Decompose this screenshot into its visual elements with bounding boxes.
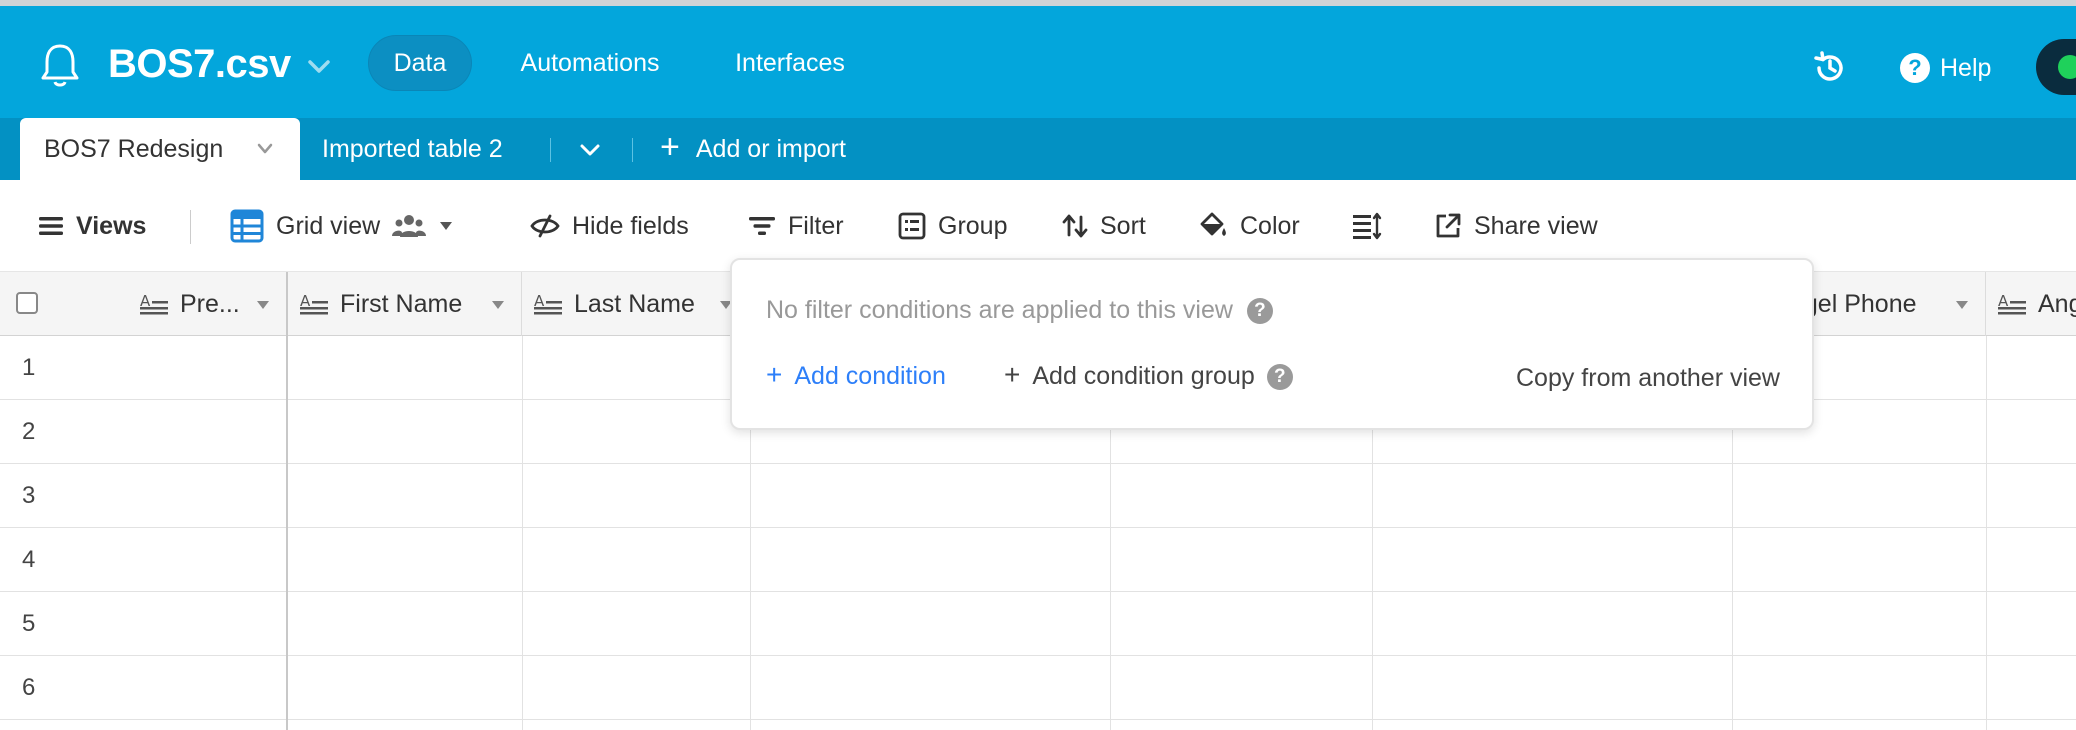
- hamburger-icon: [39, 217, 63, 235]
- column-header-last-name[interactable]: A Last Name: [522, 272, 750, 336]
- paint-bucket-icon: [1200, 212, 1226, 236]
- app-header: BOS7.csv Data Automations Interfaces ? H…: [0, 0, 2076, 118]
- views-button[interactable]: Views: [38, 208, 146, 244]
- long-text-icon: A: [534, 292, 562, 315]
- add-condition-button[interactable]: + Add condition: [766, 359, 946, 391]
- table-row[interactable]: 3: [0, 464, 2076, 528]
- copy-from-another-view-button[interactable]: Copy from another view: [1516, 364, 1780, 393]
- column-divider: [1986, 336, 1987, 730]
- long-text-icon: A: [300, 292, 328, 315]
- toolbar-divider: [190, 210, 191, 244]
- row-number: 4: [22, 546, 36, 573]
- caret-down-icon[interactable]: [438, 220, 454, 232]
- help-icon: ?: [1900, 53, 1930, 83]
- plus-icon: +: [766, 359, 783, 390]
- row-number: 1: [22, 354, 36, 381]
- chevron-down-icon[interactable]: [306, 58, 332, 76]
- bell-icon[interactable]: [38, 42, 82, 88]
- caret-down-icon[interactable]: [1955, 300, 1969, 310]
- column-header-ang[interactable]: A Ang: [1986, 272, 2076, 336]
- nav-automations[interactable]: Automations: [500, 35, 680, 91]
- table-row[interactable]: 6: [0, 656, 2076, 720]
- history-icon[interactable]: [1812, 50, 1848, 86]
- filter-empty-message: No filter conditions are applied to this…: [766, 296, 1273, 325]
- base-title[interactable]: BOS7.csv: [108, 42, 291, 87]
- plus-icon: +: [1004, 359, 1021, 390]
- group-label: Group: [938, 211, 1008, 240]
- chevron-down-icon[interactable]: [578, 142, 602, 158]
- tab-label: BOS7 Redesign: [44, 134, 224, 163]
- group-icon: [898, 212, 926, 240]
- help-button[interactable]: ? Help: [1900, 50, 1991, 86]
- plus-icon: +: [660, 128, 680, 166]
- sort-label: Sort: [1100, 211, 1146, 240]
- column-header-pre[interactable]: A Pre...: [128, 272, 287, 336]
- caret-down-icon[interactable]: [491, 300, 505, 310]
- row-height-button[interactable]: [1352, 208, 1382, 244]
- filter-label: Filter: [788, 211, 844, 240]
- color-label: Color: [1240, 211, 1300, 240]
- column-label: Ang: [2038, 289, 2076, 318]
- tab-divider: [550, 138, 551, 162]
- row-number: 6: [22, 674, 36, 701]
- column-label: First Name: [340, 289, 463, 318]
- hide-fields-button[interactable]: Hide fields: [530, 208, 689, 244]
- tab-divider: [632, 138, 633, 162]
- tab-bos7-redesign[interactable]: BOS7 Redesign: [20, 118, 300, 180]
- grid-view-button[interactable]: Grid view: [230, 208, 454, 244]
- avatar[interactable]: [2036, 39, 2076, 95]
- chevron-down-icon[interactable]: [256, 142, 274, 156]
- color-button[interactable]: Color: [1198, 208, 1300, 244]
- filter-button[interactable]: Filter: [748, 208, 844, 244]
- table-tabs: BOS7 Redesign Imported table 2 + Add or …: [0, 118, 2076, 180]
- column-label: Last Name: [574, 289, 695, 318]
- views-label: Views: [76, 211, 147, 240]
- add-condition-group-label: Add condition group: [1032, 362, 1255, 390]
- filter-popover: No filter conditions are applied to this…: [730, 258, 1814, 430]
- long-text-icon: A: [1998, 292, 2026, 315]
- select-all-checkbox[interactable]: [16, 292, 38, 314]
- collaborators-icon: [392, 215, 427, 237]
- table-row[interactable]: 5: [0, 592, 2076, 656]
- eye-slash-icon: [530, 214, 560, 238]
- add-or-import-button[interactable]: + Add or import: [660, 118, 846, 180]
- tab-imported-table-2[interactable]: Imported table 2: [322, 118, 503, 180]
- group-button[interactable]: Group: [898, 208, 1007, 244]
- share-view-label: Share view: [1474, 211, 1598, 240]
- add-condition-group-button[interactable]: + Add condition group ?: [1004, 359, 1293, 391]
- filter-empty-text: No filter conditions are applied to this…: [766, 296, 1233, 324]
- long-text-icon: A: [140, 292, 168, 315]
- filter-icon: [749, 217, 775, 235]
- row-number: 3: [22, 482, 36, 509]
- grid-view-icon: [230, 209, 264, 243]
- help-label: Help: [1940, 53, 1992, 82]
- add-condition-label: Add condition: [794, 362, 946, 390]
- row-number: 2: [22, 418, 36, 445]
- grid-view-label: Grid view: [276, 211, 381, 240]
- share-view-button[interactable]: Share view: [1434, 208, 1598, 244]
- help-icon[interactable]: ?: [1266, 363, 1293, 390]
- column-label: Pre...: [180, 289, 240, 318]
- nav-data[interactable]: Data: [368, 35, 472, 91]
- sort-icon: [1062, 214, 1088, 238]
- table-row[interactable]: 4: [0, 528, 2076, 592]
- nav-interfaces[interactable]: Interfaces: [710, 35, 870, 91]
- caret-down-icon[interactable]: [256, 300, 270, 310]
- hide-fields-label: Hide fields: [572, 211, 689, 240]
- help-icon[interactable]: ?: [1246, 297, 1273, 324]
- row-height-icon: [1353, 212, 1382, 240]
- status-dot: [2058, 55, 2076, 79]
- add-or-import-label: Add or import: [695, 134, 846, 163]
- sort-button[interactable]: Sort: [1062, 208, 1146, 244]
- column-divider: [522, 336, 523, 730]
- frozen-column-divider[interactable]: [286, 272, 288, 730]
- row-number: 5: [22, 610, 36, 637]
- share-icon: [1436, 213, 1461, 238]
- column-header-first-name[interactable]: A First Name: [288, 272, 522, 336]
